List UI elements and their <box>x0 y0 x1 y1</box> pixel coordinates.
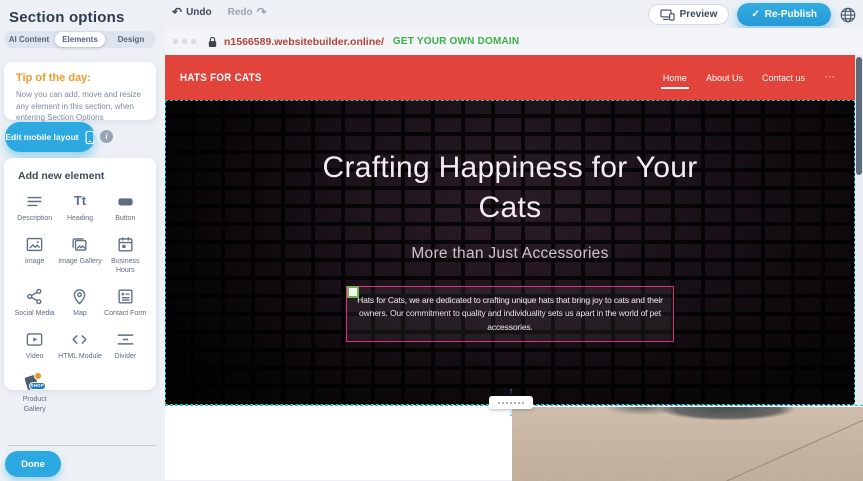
devices-icon <box>660 9 675 21</box>
globe-icon[interactable] <box>839 6 857 24</box>
undo-label: Undo <box>186 7 212 18</box>
redo-label: Redo <box>228 7 253 18</box>
section-options-sidebar: AI Content Elements Design Tip of the da… <box>0 0 165 480</box>
image-gallery-icon <box>70 234 89 254</box>
hero-subheading[interactable]: More than Just Accessories <box>411 245 608 263</box>
hero-section[interactable]: Crafting Happiness for Your Cats More th… <box>165 100 855 405</box>
add-element-title: Add new element <box>18 170 148 182</box>
map-pin-icon <box>70 286 89 306</box>
site-logo[interactable]: HATS FOR CATS <box>180 72 262 84</box>
price-tag-dot <box>34 372 42 380</box>
tab-ai-content[interactable]: AI Content <box>4 31 54 48</box>
info-icon[interactable]: i <box>100 130 113 143</box>
product-gallery-icon: SHOP <box>23 372 47 392</box>
nav-about-us[interactable]: About Us <box>706 73 743 83</box>
site-nav: Home About Us Contact us ⋯ <box>663 55 835 100</box>
element-description[interactable]: Description <box>12 191 57 223</box>
window-dots <box>173 39 196 44</box>
edit-mobile-layout-button[interactable]: Edit mobile layout <box>5 122 95 152</box>
image-icon <box>25 234 44 254</box>
element-video[interactable]: Video <box>12 329 57 361</box>
element-business-hours[interactable]: Business Hours <box>103 234 148 275</box>
tip-of-the-day-card: Tip of the day: Now you can add, move an… <box>4 62 156 120</box>
browser-bar: n1566589.websitebuilder.online/ GET YOUR… <box>165 28 863 55</box>
nav-contact-us[interactable]: Contact us <box>762 73 805 83</box>
element-heading[interactable]: Tt Heading <box>57 191 102 223</box>
element-image[interactable]: Image <box>12 234 57 275</box>
video-icon <box>25 329 44 349</box>
element-grid: Description Tt Heading Button Image <box>12 191 148 414</box>
republish-button[interactable]: ✓ Re-Publish <box>737 3 831 26</box>
hero-heading[interactable]: Crafting Happiness for Your Cats <box>300 148 720 227</box>
topbar-actions: Preview ✓ Re-Publish <box>648 3 857 26</box>
hero-paragraph[interactable]: Hats for Cats, we are dedicated to craft… <box>355 294 665 334</box>
social-media-icon <box>25 286 44 306</box>
resize-arrow-down-icon: ↓ <box>509 409 514 418</box>
nav-more-icon[interactable]: ⋯ <box>824 73 835 82</box>
hero-content: Crafting Happiness for Your Cats More th… <box>165 100 855 405</box>
sidebar-tabs: AI Content Elements Design <box>4 31 156 48</box>
element-map[interactable]: Map <box>57 286 102 318</box>
shop-badge: SHOP <box>29 382 46 390</box>
tab-design[interactable]: Design <box>106 31 156 48</box>
selection-handle[interactable] <box>347 286 359 298</box>
check-icon: ✓ <box>751 9 759 20</box>
business-hours-icon <box>116 234 135 254</box>
element-button[interactable]: Button <box>103 191 148 223</box>
element-contact-form[interactable]: Contact Form <box>103 286 148 318</box>
add-new-element-panel: Add new element Description Tt Heading B… <box>4 158 156 390</box>
lock-icon <box>207 36 218 48</box>
heading-icon: Tt <box>74 191 86 211</box>
undo-redo-group: ↶ Undo Redo ↷ <box>172 6 267 18</box>
tab-elements[interactable]: Elements <box>55 32 105 47</box>
divider-icon <box>116 329 135 349</box>
site-header: HATS FOR CATS Home About Us Contact us ⋯ <box>165 55 855 100</box>
redo-icon: ↷ <box>257 6 267 18</box>
sidebar-divider <box>8 445 156 446</box>
preview-button[interactable]: Preview <box>648 4 730 25</box>
phone-icon <box>85 130 95 145</box>
code-icon <box>70 329 89 349</box>
selected-paragraph-box[interactable]: Hats for Cats, we are dedicated to craft… <box>346 286 674 342</box>
tip-body: Now you can add, move and resize any ele… <box>16 89 144 124</box>
element-divider[interactable]: Divider <box>103 329 148 361</box>
preview-label: Preview <box>680 9 718 20</box>
redo-button[interactable]: Redo ↷ <box>228 6 267 18</box>
nav-home[interactable]: Home <box>663 73 687 83</box>
preview-scrollbar-track[interactable] <box>855 55 863 405</box>
site-url: n1566589.websitebuilder.online/ <box>224 36 384 48</box>
resize-arrow-up-icon: ↑ <box>509 387 514 396</box>
undo-icon: ↶ <box>172 6 182 18</box>
republish-label: Re-Publish <box>765 9 817 20</box>
sand-pavement-image <box>512 407 863 481</box>
texture-noise <box>512 407 863 481</box>
edit-mobile-label: Edit mobile layout <box>5 132 78 142</box>
get-domain-link[interactable]: GET YOUR OWN DOMAIN <box>393 36 519 47</box>
preview-scrollbar-thumb[interactable] <box>856 57 862 175</box>
element-image-gallery[interactable]: Image Gallery <box>57 234 102 275</box>
element-social-media[interactable]: Social Media <box>12 286 57 318</box>
description-icon <box>25 191 44 211</box>
done-button[interactable]: Done <box>5 451 61 477</box>
section-resize-handle[interactable]: ↑ ↓ <box>489 387 533 420</box>
undo-button[interactable]: ↶ Undo <box>172 6 212 18</box>
element-product-gallery[interactable]: SHOP Product Gallery <box>12 372 57 413</box>
tip-title: Tip of the day: <box>16 72 144 84</box>
button-icon <box>116 191 135 211</box>
contact-form-icon <box>116 286 135 306</box>
element-html-module[interactable]: HTML Module <box>57 329 102 361</box>
